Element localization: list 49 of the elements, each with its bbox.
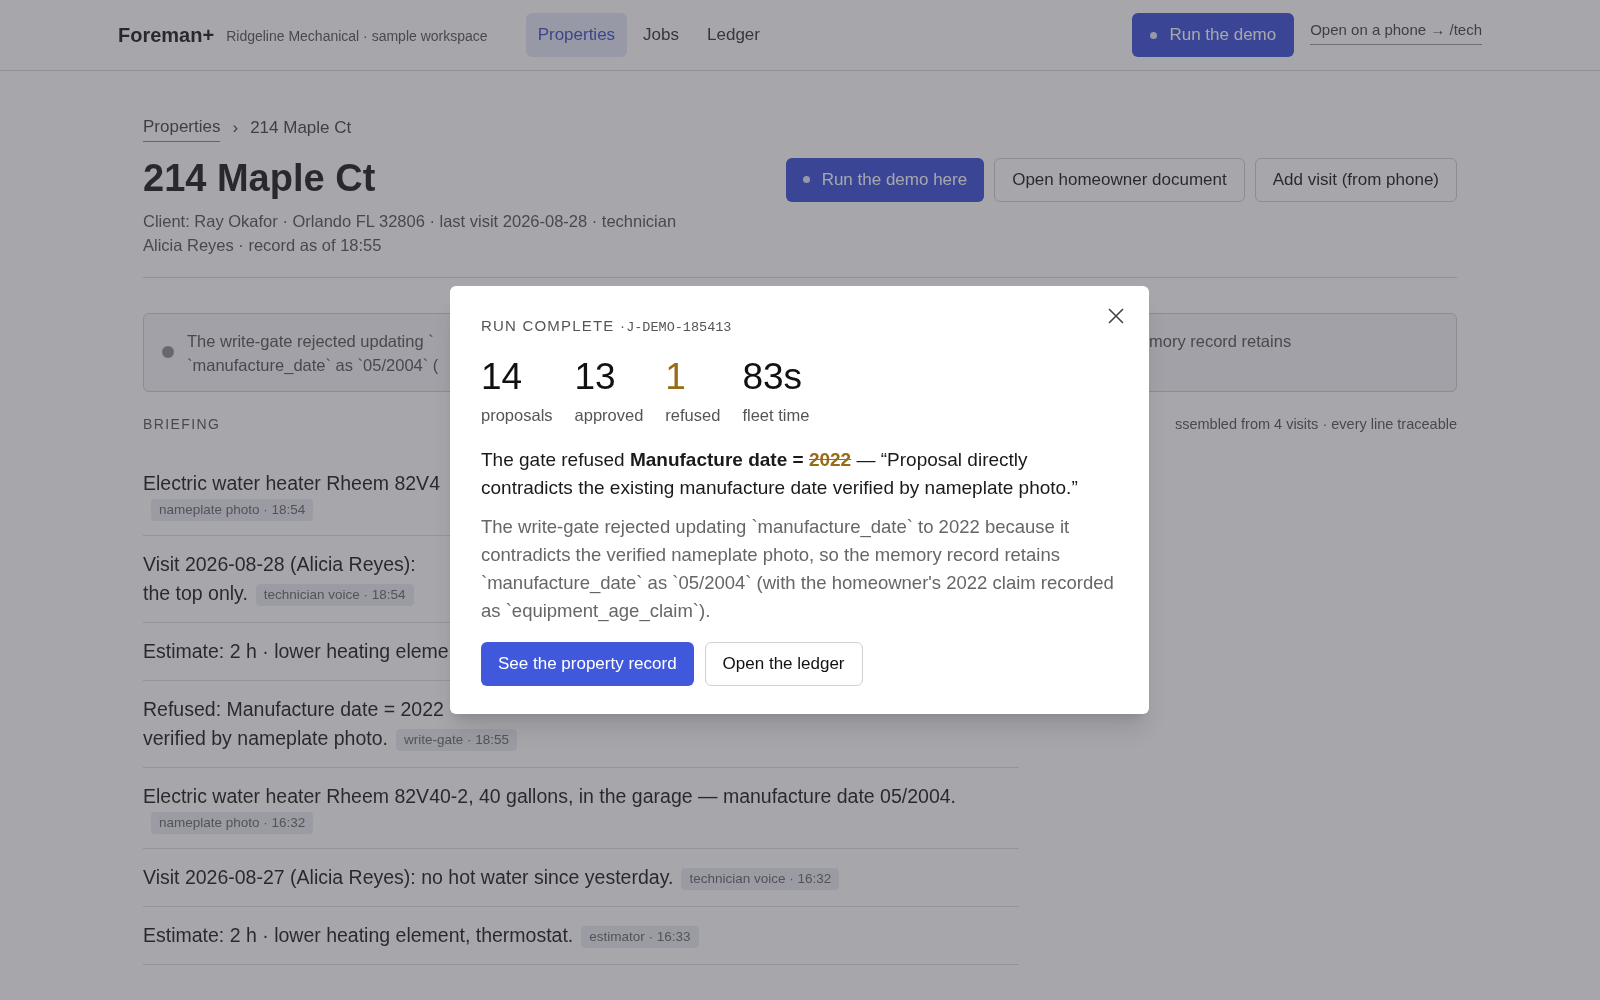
briefing-line: verified by nameplate photo. [143,727,388,750]
briefing-line: Estimate: 2 h · lower heating element, thermostat. [143,924,574,947]
briefing-line: Visit 2026-08-28 (Alicia Reyes): [143,552,416,578]
notice-text: mory record retains [1149,330,1293,352]
briefing-meta: ssembled from 4 visits · every line traceable [1174,414,1457,434]
stat-value: 14 [481,355,524,400]
stat-value: 83s [742,355,804,400]
stat-label: approved [574,405,644,427]
briefing-line: Estimate: 2 h · lower heating eleme [143,640,449,663]
close-icon[interactable] [1106,306,1126,326]
source-tag: technician voice · 16:32 [681,868,840,891]
stat-label: proposals [481,405,553,427]
job-id: J-DEMO-185413 [626,319,732,337]
action-button[interactable]: Add visit (from phone) [1254,157,1457,202]
source-tag: write-gate · 18:55 [396,729,518,752]
property-details: Client: Ray Okafor · Orlando FL 32806 · last visit 2026-08-28 · technician Alicia Reyes · record as of 18:55 [143,210,678,256]
explanation-text: The write-gate rejected updating `manufacture_date` to 2022 because it contradicts the verified nameplate photo, so the memory record retains `manufacture_date` as `05/2004` (with the homeowner's 2022 claim recorded as `equipment_age_claim`). [481,515,1115,624]
dialog-label: RUN COMPLETE · [481,316,627,336]
run-demo-button[interactable]: Run the demo [1132,13,1295,57]
source-tag: nameplate photo · 18:54 [151,499,314,522]
section-heading: BRIEFING [143,414,221,434]
ledger-button[interactable]: Open the ledger [704,642,863,686]
stat-label: refused [665,405,721,427]
run-demo-here-button[interactable]: Run the demo here [785,157,985,202]
source-tag: estimator · 16:33 [581,926,699,949]
stat-value: 1 [665,355,687,400]
phone-link[interactable]: Open on a phone → /tech [1310,19,1482,45]
nav-tab[interactable]: Jobs [631,13,692,57]
page-title: 214 Maple Ct [143,155,377,201]
nav-tab[interactable]: Properties [525,13,628,57]
property-record-button[interactable]: See the property record [481,642,694,686]
briefing-line: Refused: Manufacture date = 2022 [143,697,444,723]
briefing-line: Electric water heater Rheem 82V40-2, 40 gallons, in the garage — manufacture date 05/2004. [143,785,956,808]
briefing-line: Electric water heater Rheem 82V4 [143,472,440,495]
source-tag: technician voice · 18:54 [255,584,414,607]
breadcrumb-current: 214 Maple Ct [250,117,352,139]
refusal-sentence: The gate refused Manufacture date = 2022 — “Proposal directly contradicts the existing manufacture date verified by nameplate photo.” [481,448,1079,500]
workspace-label: Ridgeline Mechanical · sample workspace [226,27,488,46]
stat-label: fleet time [742,405,810,427]
nav-tab[interactable]: Ledger [695,13,772,57]
breadcrumb-separator: › [232,117,239,139]
action-button[interactable]: Open homeowner document [994,157,1245,202]
briefing-line: the top only. [143,582,248,605]
logo[interactable]: Foreman+ [118,20,215,50]
briefing-line: Visit 2026-08-27 (Alicia Reyes): no hot water since yesterday. [143,866,674,889]
stat-value: 13 [574,355,617,400]
notice-text: The write-gate rejected updating ` `manufacture_date` as `05/2004` ( [187,330,440,376]
breadcrumb-link[interactable]: Properties [143,114,221,142]
source-tag: nameplate photo · 16:32 [151,812,314,835]
